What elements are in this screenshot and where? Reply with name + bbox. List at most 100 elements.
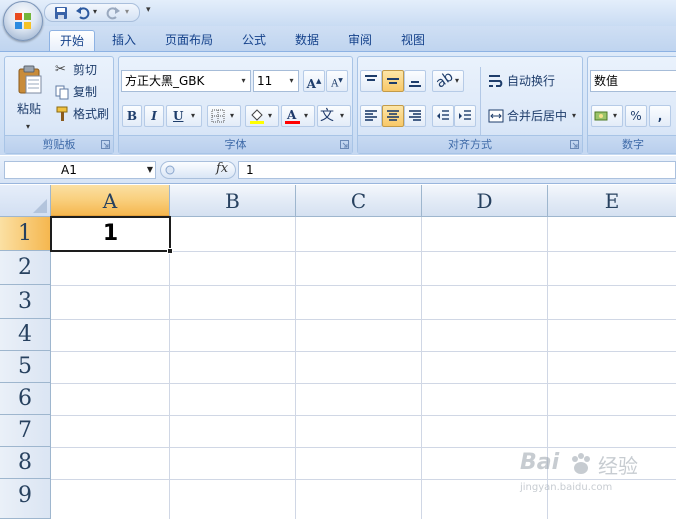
font-group-label: 字体 xyxy=(119,135,352,153)
font-size-combo[interactable]: 11 ▾ xyxy=(253,70,299,92)
align-center-icon xyxy=(387,110,399,121)
row-header-4[interactable]: 4 xyxy=(0,319,51,351)
chevron-down-icon: ▾ xyxy=(268,111,273,120)
increase-indent-button[interactable] xyxy=(454,105,476,127)
fill-bucket-icon xyxy=(250,109,264,124)
italic-button[interactable]: I xyxy=(144,105,164,127)
borders-button[interactable]: ▾ xyxy=(207,105,241,127)
row-header-3[interactable]: 3 xyxy=(0,285,51,319)
fill-color-button[interactable]: ▾ xyxy=(245,105,279,127)
row-header-7[interactable]: 7 xyxy=(0,415,51,447)
formula-bar: A1 ▼ fx 1 xyxy=(0,156,676,184)
ribbon-tabs: 开始 插入 页面布局 公式 数据 审阅 视图 xyxy=(0,26,676,52)
chevron-down-icon: ▾ xyxy=(455,76,460,85)
paste-label: 粘贴 xyxy=(17,102,42,116)
formula-input[interactable]: 1 xyxy=(238,161,676,179)
select-all-triangle-icon xyxy=(33,199,47,213)
tab-data[interactable]: 数据 xyxy=(285,30,329,52)
grid-line xyxy=(51,319,676,320)
align-middle-button[interactable] xyxy=(382,70,404,92)
qat-customize-icon[interactable]: ▾ xyxy=(146,5,156,19)
scissors-icon: ✂ xyxy=(55,62,66,77)
bold-button[interactable]: B xyxy=(122,105,142,127)
format-painter-label: 格式刷 xyxy=(73,107,110,121)
phonetic-button[interactable]: 文 ▾ xyxy=(317,105,351,127)
dialog-launcher-icon[interactable] xyxy=(340,140,349,149)
chevron-down-icon: ▾ xyxy=(241,76,246,85)
chevron-down-icon: ▾ xyxy=(289,76,294,85)
dialog-launcher-icon[interactable] xyxy=(101,140,110,149)
tab-formulas[interactable]: 公式 xyxy=(232,30,276,52)
alignment-group-label: 对齐方式 xyxy=(358,135,582,153)
font-size-value: 11 xyxy=(257,74,273,88)
decrease-indent-button[interactable] xyxy=(432,105,454,127)
copy-button[interactable]: 复制 xyxy=(52,81,112,103)
tab-review[interactable]: 审阅 xyxy=(338,30,382,52)
align-right-button[interactable] xyxy=(404,105,426,127)
row-header-8[interactable]: 8 xyxy=(0,447,51,479)
chevron-down-icon: ▾ xyxy=(572,111,577,120)
underline-button[interactable]: U ▾ xyxy=(166,105,202,127)
percent-button[interactable]: % xyxy=(625,105,647,127)
column-header-d[interactable]: D xyxy=(422,185,548,217)
merge-center-button[interactable]: 合并后居中 ▾ xyxy=(485,105,581,127)
row-header-6[interactable]: 6 xyxy=(0,383,51,415)
chevron-down-icon[interactable]: ▼ xyxy=(147,162,153,178)
fill-handle[interactable] xyxy=(167,248,173,254)
row-header-5[interactable]: 5 xyxy=(0,351,51,383)
row-header-2[interactable]: 2 xyxy=(0,251,51,285)
clipboard-group-label: 剪贴板 xyxy=(5,135,113,153)
paste-button[interactable]: 粘贴 ▾ xyxy=(8,60,50,132)
select-all-button[interactable] xyxy=(0,185,51,217)
dialog-launcher-icon[interactable] xyxy=(570,140,579,149)
align-center-button[interactable] xyxy=(382,105,404,127)
shrink-font-button[interactable]: A▼ xyxy=(326,70,348,92)
align-left-button[interactable] xyxy=(360,105,382,127)
format-painter-button[interactable]: 格式刷 xyxy=(52,103,112,125)
format-painter-icon xyxy=(56,106,68,121)
office-button[interactable] xyxy=(3,1,43,41)
merge-cells-icon xyxy=(488,109,504,123)
row-header-9[interactable]: 9 xyxy=(0,479,51,519)
tab-home[interactable]: 开始 xyxy=(49,30,95,52)
undo-icon[interactable] xyxy=(75,5,91,21)
tab-insert[interactable]: 插入 xyxy=(102,30,146,52)
grow-font-button[interactable]: A▲ xyxy=(303,70,325,92)
align-left-icon xyxy=(365,110,377,121)
align-top-button[interactable] xyxy=(360,70,382,92)
column-header-e[interactable]: E xyxy=(548,185,676,217)
wrap-text-button[interactable]: 自动换行 xyxy=(485,70,581,92)
underline-icon: U xyxy=(173,109,184,123)
redo-dropdown-icon[interactable]: ▾ xyxy=(125,7,129,16)
orientation-button[interactable]: ab ▾ xyxy=(432,68,464,92)
column-header-b[interactable]: B xyxy=(170,185,296,217)
font-name-combo[interactable]: 方正大黑_GBK ▾ xyxy=(121,70,251,92)
font-color-button[interactable]: A ▾ xyxy=(281,105,315,127)
redo-icon[interactable] xyxy=(105,5,121,21)
font-group: 方正大黑_GBK ▾ 11 ▾ A▲ A▼ B I U ▾ ▾ ▾ A ▾ 文 … xyxy=(118,56,353,154)
tab-page-layout[interactable]: 页面布局 xyxy=(156,30,222,52)
name-box-value: A1 xyxy=(61,163,77,177)
column-header-a[interactable]: A xyxy=(51,185,170,217)
active-cell-border xyxy=(50,216,171,252)
accounting-format-button[interactable]: ▾ xyxy=(591,105,623,127)
row-header-1[interactable]: 1 xyxy=(0,217,51,251)
tab-view[interactable]: 视图 xyxy=(391,30,435,52)
save-icon[interactable] xyxy=(53,5,69,21)
clipboard-group: 粘贴 ▾ ✂ 剪切 复制 格式刷 剪贴板 xyxy=(4,56,114,154)
number-format-combo[interactable]: 数值 xyxy=(590,70,676,92)
column-header-c[interactable]: C xyxy=(296,185,422,217)
insert-function-icon[interactable]: fx xyxy=(216,161,228,176)
name-box[interactable]: A1 ▼ xyxy=(4,161,156,179)
copy-icon xyxy=(55,85,69,100)
grid-line xyxy=(169,217,170,519)
undo-dropdown-icon[interactable]: ▾ xyxy=(93,7,97,16)
chevron-down-icon: ▾ xyxy=(613,111,618,120)
align-middle-icon xyxy=(387,78,399,84)
baidu-watermark: Bai 经验 jingyan.baidu.com xyxy=(516,448,676,498)
title-bar: ▾ ▾ ▾ xyxy=(0,0,676,41)
grow-font-icon: A xyxy=(306,77,316,91)
cut-button[interactable]: ✂ 剪切 xyxy=(52,59,112,81)
align-bottom-button[interactable] xyxy=(404,70,426,92)
comma-button[interactable]: , xyxy=(649,105,671,127)
